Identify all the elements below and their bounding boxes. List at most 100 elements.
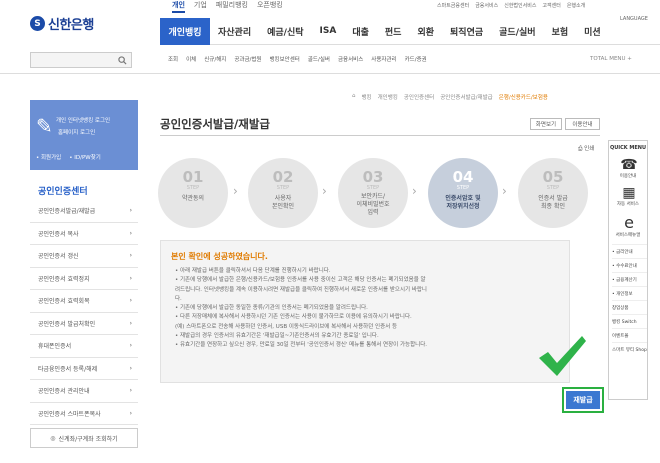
sidebar-item[interactable]: 휴대폰인증서 › [30, 335, 138, 358]
util-link[interactable]: 스마트금융센터 [437, 2, 469, 9]
nav-fund[interactable]: 펀드 [377, 18, 410, 45]
quick-link[interactable]: • 금융계산기 [612, 272, 647, 286]
breadcrumb-item[interactable]: 공인인증서발급/재발급 [440, 93, 492, 101]
home-icon[interactable]: ⌂ [352, 93, 356, 101]
quick-label[interactable]: 자동 서비스 [609, 201, 647, 207]
breadcrumb: ⌂ 뱅킹 개인뱅킹 공인인증센터 공인인증서발급/재발급 은행/신용카드/보험용 [352, 93, 548, 101]
step-arrow-icon: › [502, 184, 507, 198]
message-line: • 재발급의 경우 인증서의 유효기간은 '재발급일~기존인증서의 유효기간 종… [175, 333, 379, 340]
reissue-button[interactable]: 재발급 [562, 387, 604, 413]
nav-deposit[interactable]: 예금/신탁 [259, 18, 311, 45]
quick-link[interactable]: 이벤트몰 [612, 328, 647, 342]
bank-logo[interactable]: S 신한은행 [30, 14, 94, 33]
nav-pension[interactable]: 퇴직연금 [442, 18, 491, 45]
tab-corporate[interactable]: 기업 [194, 0, 207, 13]
sidebar-item[interactable]: 공인인증서 갱신 › [30, 245, 138, 268]
step-arrow-icon: › [412, 184, 417, 198]
breadcrumb-current: 은행/신용카드/보험용 [498, 95, 548, 101]
quick-link[interactable]: 창업상품 [612, 300, 647, 314]
sidebar-item[interactable]: 공인인증서 관리안내 › [30, 380, 138, 403]
step-4-current: 04 STEP 인증서암호 및 저장위치선정 [428, 158, 498, 228]
util-link[interactable]: 은행소개 [567, 2, 585, 9]
message-line: (예) 스마트폰으로 전송해 사용하던 인증서, USB 이동식드라이브에 복사… [175, 323, 398, 330]
print-button[interactable]: ⎙ 인쇄 [578, 144, 594, 153]
sidebar-item[interactable]: 공인인증서 발급처확인 › [30, 313, 138, 335]
nav-gold[interactable]: 골드/실버 [491, 18, 543, 45]
login-box[interactable]: ✎ 개인 인터넷뱅킹 로그인 홈페이지 로그인 • 회원가입 • ID/PW찾기 [30, 100, 138, 170]
subnav-item[interactable]: 이체 [186, 55, 196, 63]
tab-family[interactable]: 패밀리뱅킹 [216, 0, 248, 13]
tab-open[interactable]: 오픈뱅킹 [257, 0, 283, 13]
subnav-item[interactable]: 카드/증권 [405, 55, 427, 63]
breadcrumb-item[interactable]: 뱅킹 [362, 93, 372, 101]
radio-icon: ◎ [50, 434, 56, 442]
manual-icon[interactable]: e [609, 213, 649, 232]
nav-personal-banking[interactable]: 개인뱅킹 [160, 17, 210, 45]
screen-view-button[interactable]: 화면보기 [530, 118, 562, 130]
usage-guide-button[interactable]: 이용안내 [565, 118, 600, 130]
chevron-right-icon: › [129, 229, 132, 237]
checkmark-icon [539, 336, 586, 376]
nav-isa[interactable]: ISA [312, 18, 345, 45]
quick-label[interactable]: 서비스매뉴얼 [609, 232, 647, 238]
subnav-item[interactable]: 금융서비스 [338, 55, 363, 63]
title-divider [160, 135, 600, 136]
chevron-right-icon: › [129, 364, 132, 372]
subnav-item[interactable]: 사용자관리 [371, 55, 396, 63]
chevron-right-icon: › [129, 319, 132, 327]
total-menu-button[interactable]: TOTAL MENU + [590, 56, 632, 62]
quick-link[interactable]: • 수수료안내 [612, 258, 647, 272]
message-line: 려드립니다. 인터넷뱅킹을 계속 이용하시려면 재발급을 클릭하여 진행하셔서 … [175, 286, 427, 293]
sidebar-item[interactable]: 공인인증서 효력정지 › [30, 268, 138, 290]
auto-service-icon[interactable]: ▦ [609, 185, 649, 201]
utility-nav: 스마트금융센터 금융서비스 신한법인서비스 고객센터 은행소개 [437, 2, 585, 9]
quick-link[interactable]: 스마트 뷰티 Shop [612, 342, 647, 356]
util-link[interactable]: 고객센터 [542, 2, 560, 9]
subnav-item[interactable]: 조회 [168, 55, 178, 63]
search-input[interactable] [30, 52, 132, 68]
sidebar-item[interactable]: 타금융인증서 등록/해제 › [30, 358, 138, 380]
step-5: 05 STEP 인증서 발급 최종 확인 [518, 158, 588, 228]
subnav-item[interactable]: 뱅킹보안센터 [270, 55, 300, 63]
quick-menu: QUICK MENU ☎ 이용안내 ▦ 자동 서비스 e 서비스매뉴얼 • 금리… [608, 140, 648, 400]
nav-mission[interactable]: 미션 [576, 18, 609, 45]
subnav-item[interactable]: 신규/해지 [204, 55, 226, 63]
quick-menu-title: QUICK MENU [609, 145, 647, 151]
login-homepage[interactable]: 홈페이지 로그인 [58, 128, 95, 136]
util-link[interactable]: 신한법인서비스 [504, 2, 536, 9]
quick-label[interactable]: 이용안내 [609, 173, 647, 179]
printer-icon: ⎙ [578, 146, 583, 152]
header-divider [0, 73, 660, 74]
sidebar-item[interactable]: 공인인증서발급/재발급 › [30, 200, 138, 223]
account-lookup-button[interactable]: ◎ 신계좌/구계좌 조회하기 [30, 428, 138, 448]
subnav-item[interactable]: 공과금/법원 [234, 55, 261, 63]
sidebar-item[interactable]: 공인인증서 효력회복 › [30, 290, 138, 313]
sidebar-item[interactable]: 공인인증서 스마트폰복사 › [30, 403, 138, 425]
breadcrumb-item[interactable]: 공인인증센터 [404, 93, 434, 101]
tab-personal[interactable]: 개인 [172, 0, 185, 13]
step-3: 03 STEP 보안카드/ 이체비밀번호 입력 [338, 158, 408, 228]
search-icon[interactable] [118, 55, 127, 65]
chevron-right-icon: › [129, 387, 132, 395]
subnav-item[interactable]: 골드/실버 [308, 55, 330, 63]
breadcrumb-item[interactable]: 개인뱅킹 [378, 93, 398, 101]
guide-icon[interactable]: ☎ [609, 157, 649, 173]
login-personal[interactable]: 개인 인터넷뱅킹 로그인 [56, 116, 110, 124]
quick-link[interactable]: • 금리안내 [612, 244, 647, 258]
nav-asset[interactable]: 자산관리 [210, 18, 259, 45]
util-link[interactable]: 금융서비스 [475, 2, 498, 9]
quick-link[interactable]: 뱅킹 Switch [612, 314, 647, 328]
nav-loan[interactable]: 대출 [344, 18, 377, 45]
message-title: 본인 확인에 성공하였습니다. [171, 252, 268, 261]
signup-link[interactable]: • 회원가입 [36, 153, 61, 161]
quick-link[interactable]: • 개인정보 [612, 286, 647, 300]
nav-insurance[interactable]: 보험 [544, 18, 577, 45]
message-line: • 아래 재발급 버튼을 클릭하셔서 다음 단계를 진행하시기 바랍니다. [175, 268, 331, 274]
find-id-link[interactable]: • ID/PW찾기 [69, 153, 101, 161]
nav-fx[interactable]: 외환 [409, 18, 442, 45]
sub-nav: 조회 이체 신규/해지 공과금/법원 뱅킹보안센터 골드/실버 금융서비스 사용… [168, 55, 427, 63]
message-line: 다. [175, 295, 182, 302]
sidebar-item[interactable]: 공인인증서 복사 › [30, 223, 138, 245]
message-line: • 유효기간을 연장하고 싶으신 경우, 만료일 30일 전부터 '공인인증서 … [175, 342, 428, 349]
message-line: • 다른 저장매체에 복사해서 사용하시던 기존 인증서는 사용이 불가하므로 … [175, 314, 412, 321]
